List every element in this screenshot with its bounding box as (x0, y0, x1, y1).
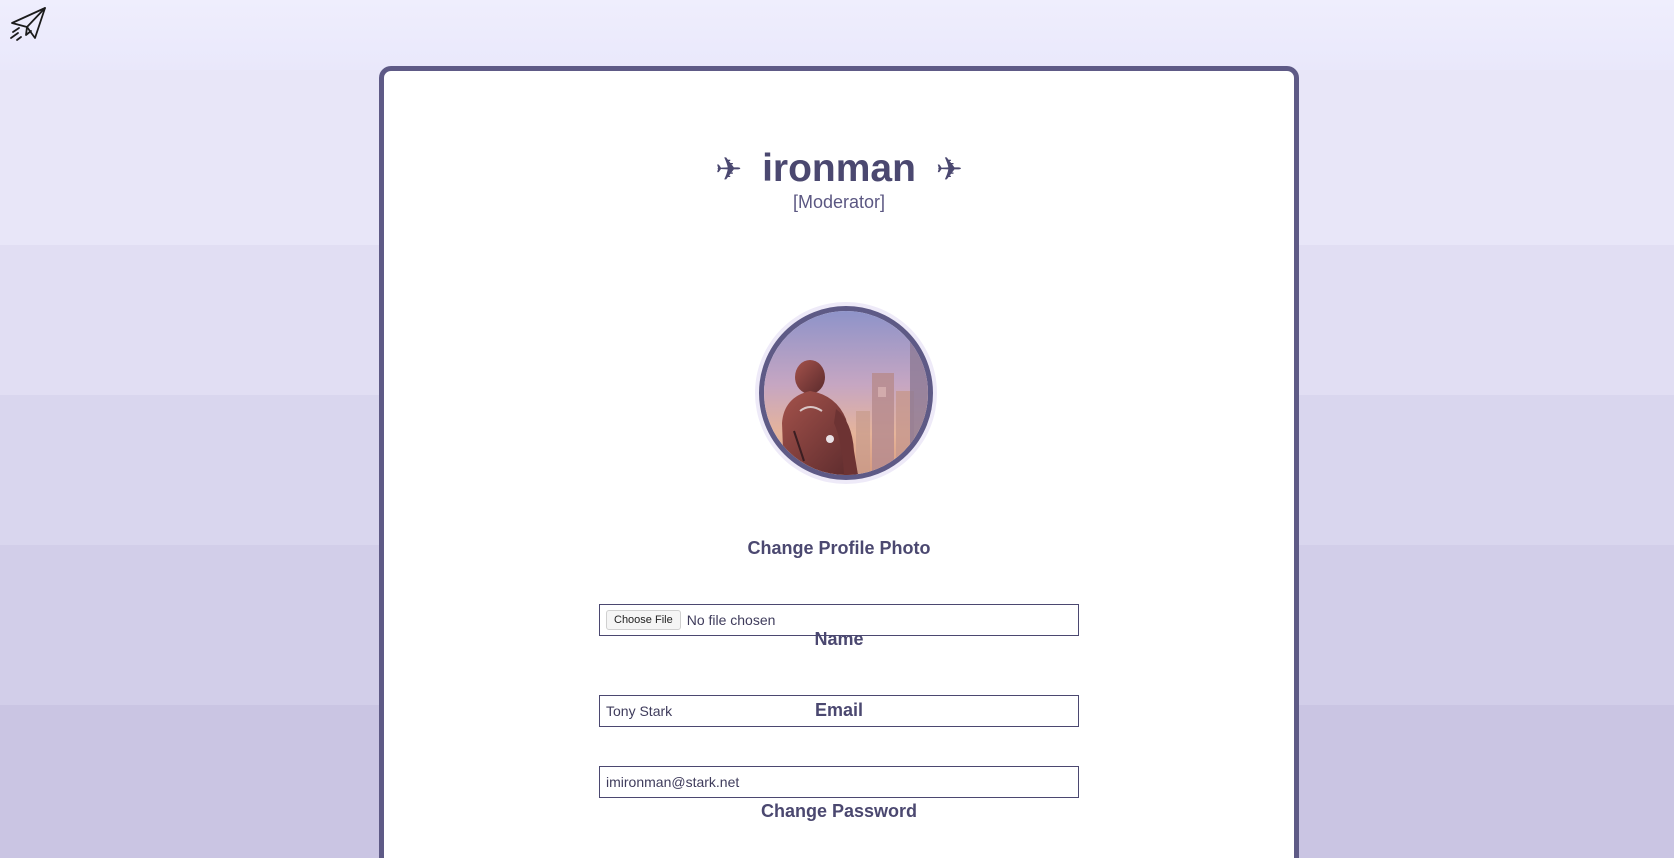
background-top (0, 0, 1674, 70)
file-status-text: No file chosen (686, 612, 776, 628)
email-field[interactable] (599, 766, 1079, 798)
profile-title: ✈ ironman ✈ (384, 141, 1294, 197)
name-label: Name (814, 629, 864, 649)
change-password-label: Change Password (760, 801, 918, 821)
email-input[interactable] (606, 767, 1072, 797)
choose-file-button[interactable]: Choose File (606, 610, 681, 630)
username-heading: ironman (762, 147, 916, 190)
user-role: [Moderator] (792, 192, 886, 212)
profile-card: ✈ ironman ✈ [Moderator] Change Profile P… (379, 66, 1299, 858)
change-photo-label: Change Profile Photo (747, 538, 931, 558)
airplane-icon: ✈ (935, 150, 963, 188)
email-label: Email (814, 700, 864, 720)
avatar-frame (755, 302, 937, 484)
airplane-icon: ✈ (715, 150, 743, 188)
paper-plane-icon[interactable] (9, 4, 49, 44)
avatar[interactable] (759, 306, 933, 480)
